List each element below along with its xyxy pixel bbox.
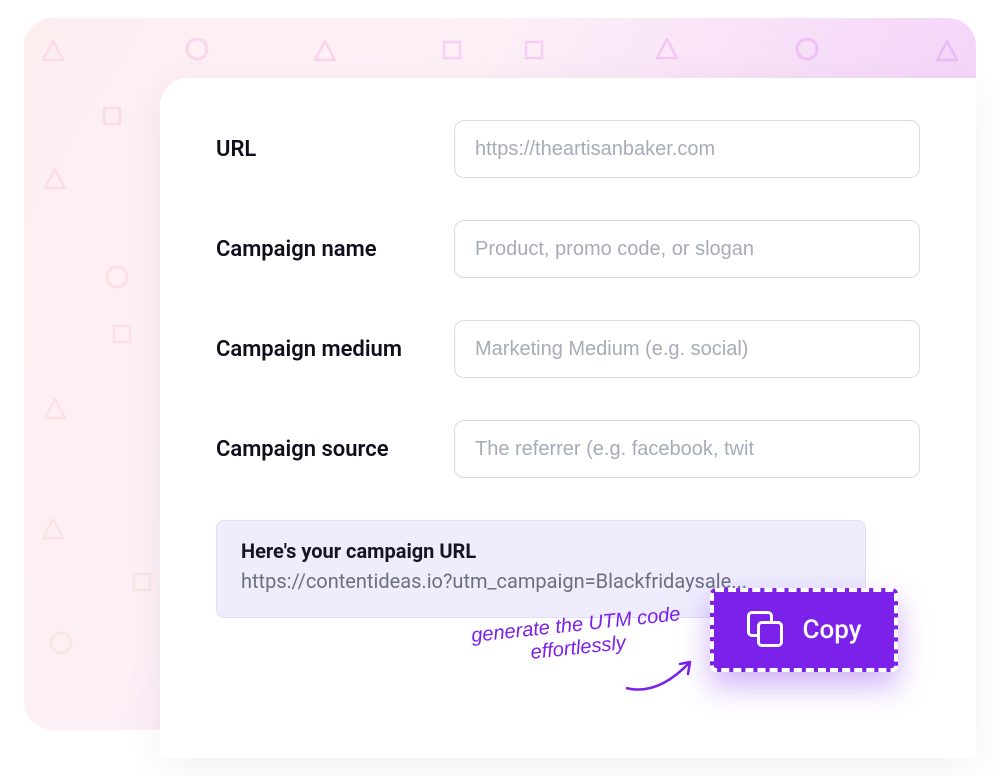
copy-button[interactable]: Copy [710,588,898,672]
campaign-name-input[interactable] [454,220,920,278]
label-campaign-name: Campaign name [216,237,454,262]
row-campaign-source: Campaign source [216,420,920,478]
label-campaign-medium: Campaign medium [216,337,454,362]
url-input[interactable] [454,120,920,178]
campaign-medium-input[interactable] [454,320,920,378]
copy-button-label: Copy [803,615,862,645]
result-title: Here's your campaign URL [241,539,841,563]
copy-icon [747,611,785,649]
row-campaign-medium: Campaign medium [216,320,920,378]
campaign-source-input[interactable] [454,420,920,478]
label-url: URL [216,137,454,162]
row-campaign-name: Campaign name [216,220,920,278]
label-campaign-source: Campaign source [216,437,454,462]
row-url: URL [216,120,920,178]
